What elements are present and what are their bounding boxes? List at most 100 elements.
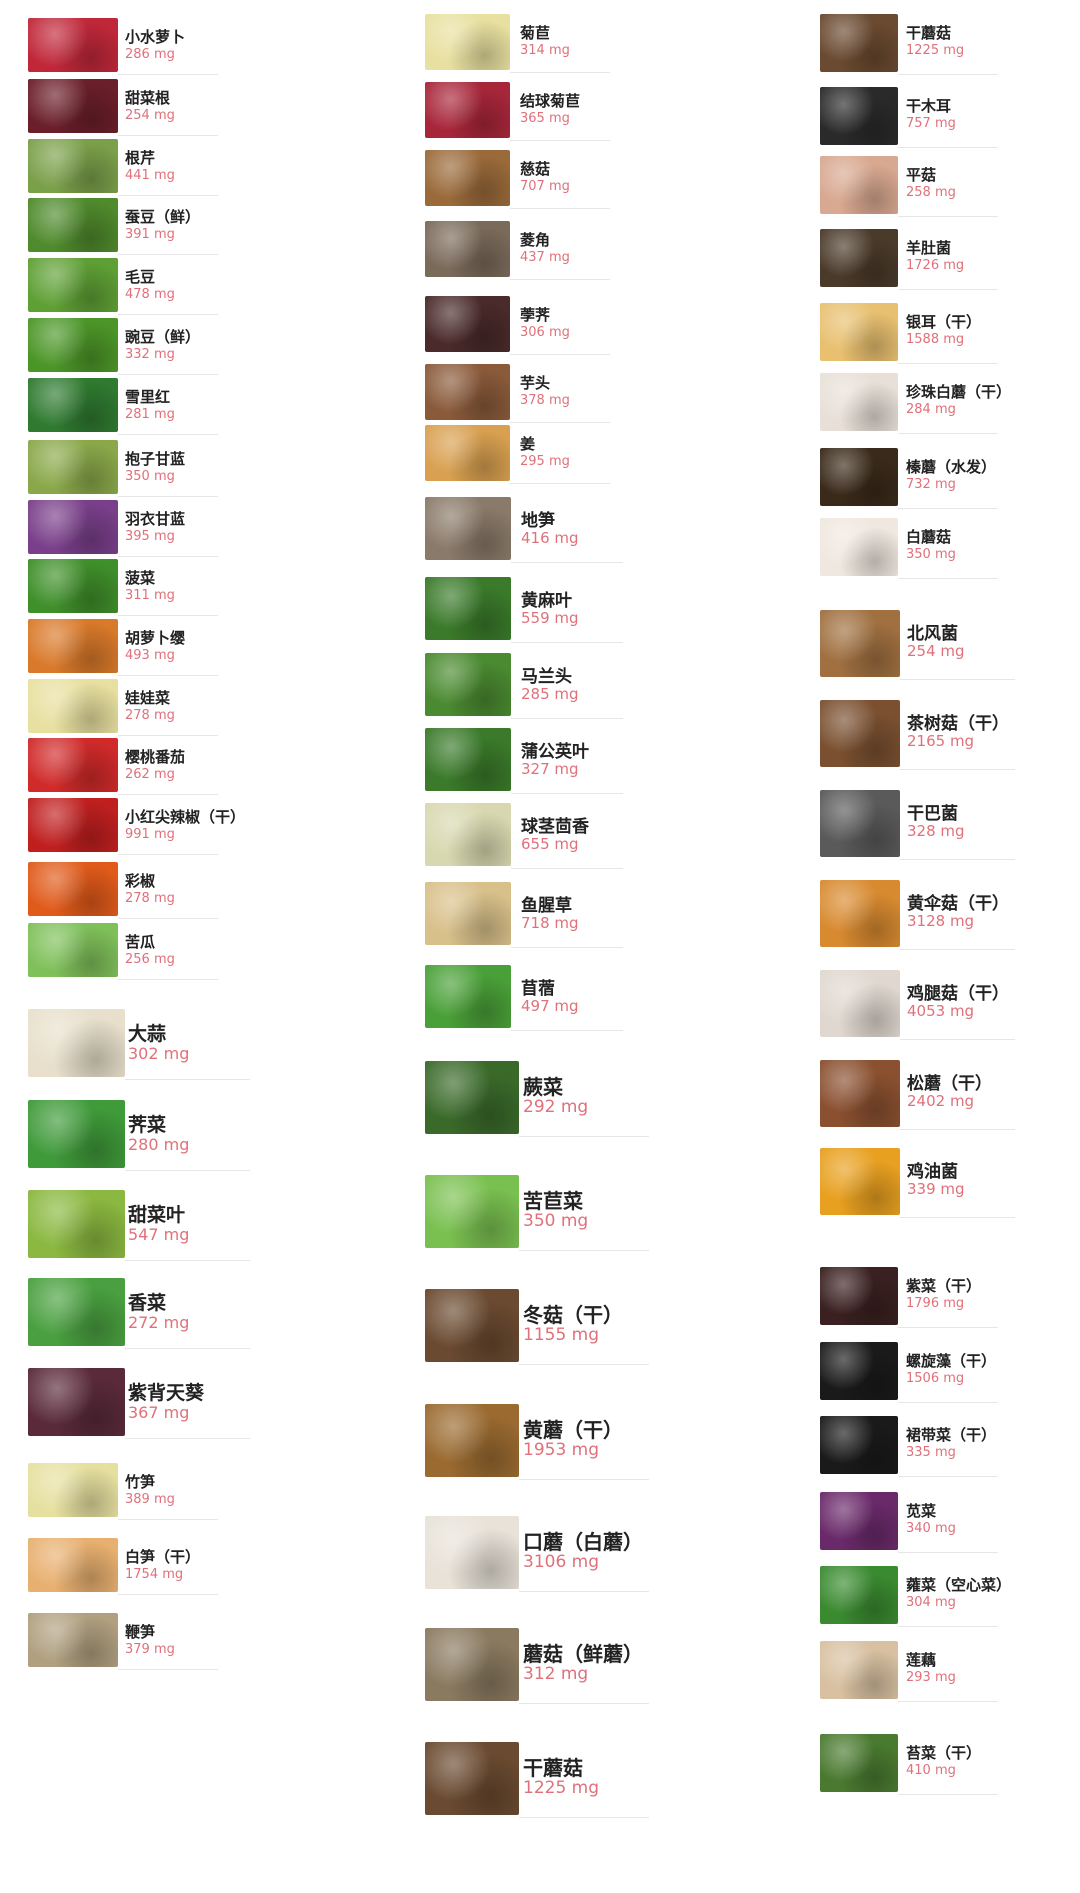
wakame-photo <box>820 1416 898 1474</box>
bamboo-shoot-photo <box>28 1463 118 1517</box>
item-value: 312 mg <box>523 1664 589 1684</box>
item-name: 莲藕 <box>906 1651 937 1669</box>
item-value: 304 mg <box>906 1595 956 1610</box>
list-item: 芋头 378 mg <box>425 364 655 424</box>
row-divider <box>510 72 610 73</box>
item-name: 羊肚菌 <box>906 239 952 257</box>
list-item: 荸荠 306 mg <box>425 296 655 356</box>
row-divider <box>118 854 218 855</box>
item-value: 350 mg <box>906 547 956 562</box>
list-item: 白蘑菇 350 mg <box>820 518 1050 580</box>
row-divider <box>511 1030 623 1031</box>
list-item: 胡萝卜缨 493 mg <box>28 619 258 677</box>
item-name: 菊苣 <box>520 24 551 42</box>
item-value: 4053 mg <box>907 1002 975 1020</box>
item-value: 1953 mg <box>523 1440 600 1460</box>
button-mushroom-photo <box>425 1516 519 1589</box>
row-divider <box>511 868 623 869</box>
item-value: 991 mg <box>125 827 175 842</box>
list-item: 鞭笋 379 mg <box>28 1613 258 1671</box>
row-divider <box>900 679 1015 680</box>
row-divider <box>519 1703 649 1704</box>
item-name: 菠菜 <box>125 569 156 587</box>
endive-photo <box>425 14 510 70</box>
row-divider <box>118 1519 218 1520</box>
item-name: 球茎茴香 <box>521 817 589 837</box>
list-item: 苜蓿 497 mg <box>425 965 683 1032</box>
item-name: 珍珠白蘑（干） <box>906 383 1012 401</box>
row-divider <box>511 642 623 643</box>
item-value: 1588 mg <box>906 332 965 347</box>
dandelion-photo <box>425 728 511 791</box>
item-name: 银耳（干） <box>906 313 982 331</box>
list-item: 口蘑（白蘑） 3106 mg <box>425 1516 724 1593</box>
bell-pepper-photo <box>28 862 118 916</box>
row-divider <box>898 1701 998 1702</box>
row-divider <box>118 135 218 136</box>
list-item: 苔菜（干） 410 mg <box>820 1734 1050 1796</box>
list-item: 蒲公英叶 327 mg <box>425 728 683 795</box>
item-name: 羽衣甘蓝 <box>125 510 186 528</box>
fresh-mushroom-photo <box>425 1628 519 1701</box>
list-item: 菠菜 311 mg <box>28 559 258 617</box>
row-divider <box>898 578 998 579</box>
row-divider <box>125 1348 250 1349</box>
item-name: 蕨菜 <box>523 1075 563 1099</box>
row-divider <box>511 562 623 563</box>
row-divider <box>898 147 998 148</box>
chanterelle-photo <box>820 1148 900 1215</box>
item-name: 苋菜 <box>906 1502 937 1520</box>
item-name: 白笋（干） <box>125 1548 201 1566</box>
item-name: 口蘑（白蘑） <box>523 1530 643 1554</box>
item-value: 278 mg <box>125 708 175 723</box>
row-divider <box>898 1552 998 1553</box>
list-item: 娃娃菜 278 mg <box>28 679 258 737</box>
list-item: 彩椒 278 mg <box>28 862 258 920</box>
item-value: 350 mg <box>523 1211 589 1231</box>
water-caltrop-photo <box>425 221 510 277</box>
item-name: 干巴菌 <box>907 804 958 824</box>
row-divider <box>118 496 218 497</box>
item-name: 抱子甘蓝 <box>125 450 186 468</box>
dried-mushroom-photo <box>425 1742 519 1815</box>
item-value: 391 mg <box>125 227 175 242</box>
item-name: 黄麻叶 <box>521 591 572 611</box>
item-name: 樱桃番茄 <box>125 748 186 766</box>
item-name: 地笋 <box>521 511 555 531</box>
item-name: 雪里红 <box>125 388 171 406</box>
item-value: 757 mg <box>906 116 956 131</box>
row-divider <box>900 1217 1015 1218</box>
list-item: 地笋 416 mg <box>425 497 683 564</box>
fern-photo <box>425 1061 519 1134</box>
garlic-photo <box>28 1009 125 1077</box>
item-value: 707 mg <box>520 179 570 194</box>
item-name: 蕹菜（空心菜） <box>906 1576 1012 1594</box>
item-value: 335 mg <box>906 1445 956 1460</box>
item-name: 甜菜叶 <box>128 1204 186 1226</box>
item-name: 苜蓿 <box>521 979 555 999</box>
item-value: 258 mg <box>906 185 956 200</box>
list-item: 小水萝卜 286 mg <box>28 18 258 76</box>
item-value: 1155 mg <box>523 1325 600 1345</box>
item-name: 根芹 <box>125 149 156 167</box>
item-name: 紫菜（干） <box>906 1277 982 1295</box>
item-value: 410 mg <box>906 1763 956 1778</box>
row-divider <box>898 216 998 217</box>
item-value: 293 mg <box>906 1670 956 1685</box>
list-item: 螺旋藻（干） 1506 mg <box>820 1342 1050 1404</box>
item-value: 493 mg <box>125 648 175 663</box>
list-item: 黄麻叶 559 mg <box>425 577 683 644</box>
list-item: 银耳（干） 1588 mg <box>820 303 1050 365</box>
item-name: 蒲公英叶 <box>521 742 589 762</box>
item-value: 718 mg <box>521 914 579 932</box>
row-divider <box>900 949 1015 950</box>
list-item: 榛蘑（水发） 732 mg <box>820 448 1050 510</box>
item-value: 295 mg <box>520 454 570 469</box>
row-divider <box>510 354 610 355</box>
list-item: 结球菊苣 365 mg <box>425 82 655 142</box>
list-item: 菱角 437 mg <box>425 221 655 281</box>
item-value: 732 mg <box>906 477 956 492</box>
lycopus-root-photo <box>425 497 511 560</box>
item-name: 干蘑菇 <box>906 24 952 42</box>
item-value: 292 mg <box>523 1097 589 1117</box>
